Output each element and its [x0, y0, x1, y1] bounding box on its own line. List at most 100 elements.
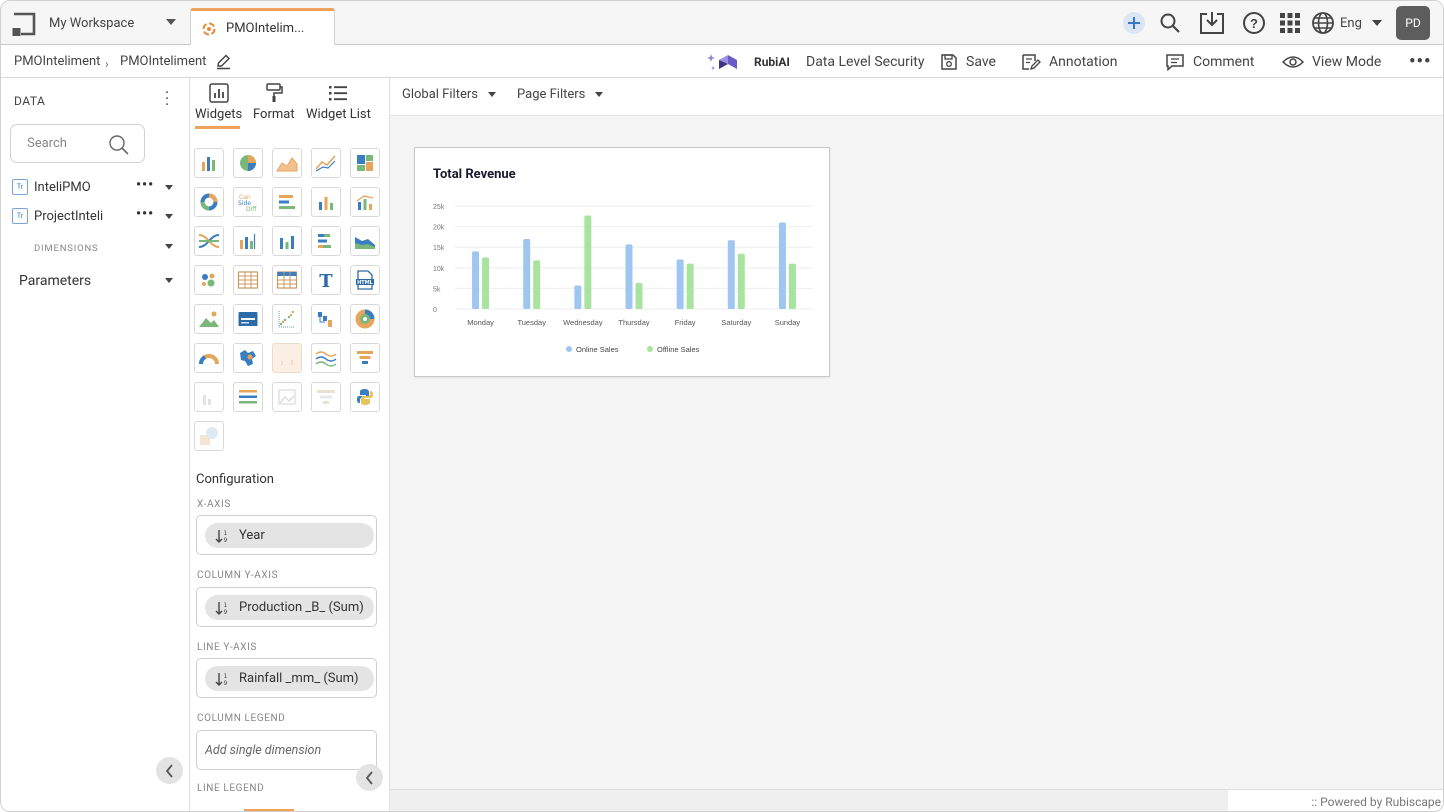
column-y-axis-dropzone[interactable]: 19 Production _B_ (Sum)	[196, 587, 377, 627]
globe-icon[interactable]	[1311, 11, 1335, 35]
table-widget-icon[interactable]	[233, 265, 263, 295]
user-avatar[interactable]: PD	[1396, 6, 1430, 40]
app-logo-icon[interactable]	[11, 11, 37, 37]
word-cloud-widget-icon[interactable]: Can Side Diff	[233, 187, 263, 217]
html-widget-icon[interactable]: HTML	[350, 265, 380, 295]
bubble-chart-widget-icon[interactable]	[194, 265, 224, 295]
widget-panel: Widgets Format Widget List Can Side Diff…	[190, 78, 390, 811]
app-window: My Workspace PMOIntelim... ? Eng PD PMOI…	[0, 0, 1444, 812]
stacked-bar-widget-icon[interactable]	[311, 187, 341, 217]
area-chart-widget-icon[interactable]	[272, 148, 302, 178]
rubiai-button[interactable]: RubiAI	[706, 45, 790, 78]
apps-grid-icon[interactable]	[1278, 11, 1302, 35]
data-level-security-button[interactable]: Data Level Security	[806, 45, 924, 78]
dataset-expand-chevron-icon[interactable]	[165, 185, 173, 190]
list-widget-icon[interactable]	[233, 382, 263, 412]
card-widget-icon[interactable]	[233, 304, 263, 334]
line-y-axis-field-pill[interactable]: 19 Rainfall _mm_ (Sum)	[205, 666, 374, 691]
global-filters-button[interactable]: Global Filters	[402, 78, 478, 111]
scatter-plot-widget-icon[interactable]	[272, 304, 302, 334]
parameters-chevron-icon[interactable]	[165, 278, 173, 283]
multi-line-widget-icon[interactable]	[311, 343, 341, 373]
tab-widgets[interactable]: Widgets	[195, 82, 242, 122]
search-icon[interactable]	[108, 134, 130, 156]
waterfall-widget-icon[interactable]	[311, 304, 341, 334]
x-axis-label: X-AXIS	[197, 499, 231, 510]
sankey-widget-icon[interactable]	[194, 226, 224, 256]
page-filters-button[interactable]: Page Filters	[517, 78, 585, 111]
python-widget-icon[interactable]	[350, 382, 380, 412]
pie-chart-widget-icon[interactable]	[233, 148, 263, 178]
collapse-data-panel-button[interactable]	[156, 757, 183, 784]
tab-pmointeliment[interactable]: PMOIntelim...	[190, 8, 335, 46]
tab-widget-list[interactable]: Widget List	[306, 82, 371, 122]
dataset-item-intelipmo[interactable]: Tr InteliPMO •••	[12, 177, 182, 197]
workspace-selector[interactable]: My Workspace	[49, 1, 134, 45]
grouped-bar-widget-icon[interactable]	[272, 226, 302, 256]
edit-pencil-icon[interactable]	[215, 53, 232, 70]
line-y-axis-dropzone[interactable]: 19 Rainfall _mm_ (Sum)	[196, 658, 377, 698]
help-icon[interactable]: ?	[1242, 11, 1266, 35]
text-widget-icon[interactable]: T	[311, 265, 341, 295]
tab-format[interactable]: Format	[253, 82, 295, 122]
tab-widgets-label: Widgets	[195, 107, 243, 122]
treemap-widget-icon[interactable]	[350, 148, 380, 178]
x-tick-label: Saturday	[721, 318, 751, 327]
dimensions-header[interactable]: DIMENSIONS	[34, 243, 98, 254]
combo-chart-widget-icon[interactable]	[350, 187, 380, 217]
collapse-widget-panel-button[interactable]	[356, 764, 383, 791]
bar-chart-widget-icon[interactable]	[194, 148, 224, 178]
pivot-table-widget-icon[interactable]	[272, 265, 302, 295]
sunburst-widget-icon[interactable]	[350, 304, 380, 334]
stacked-area-widget-icon[interactable]	[350, 226, 380, 256]
language-selector[interactable]: Eng	[1340, 1, 1362, 45]
view-mode-button[interactable]: View Mode	[1282, 45, 1381, 78]
column-legend-dropzone[interactable]: Add single dimension	[196, 730, 377, 770]
add-icon[interactable]	[1122, 11, 1146, 35]
global-filters-chevron-icon[interactable]	[488, 92, 496, 97]
data-search-input[interactable]: Search	[10, 124, 145, 163]
annotation-button[interactable]: Annotation	[1021, 45, 1117, 78]
chevron-down-icon[interactable]	[166, 19, 176, 25]
donut-chart-widget-icon[interactable]	[194, 187, 224, 217]
funnel-widget-icon[interactable]	[350, 343, 380, 373]
breadcrumb-workspace[interactable]: PMOInteliment	[14, 45, 100, 78]
search-icon[interactable]	[1158, 11, 1182, 35]
stacked-horizontal-bar-widget-icon[interactable]	[311, 226, 341, 256]
dataset-item-projectinteli[interactable]: Tr ProjectInteli •••	[12, 206, 182, 226]
dataset-expand-chevron-icon[interactable]	[165, 214, 173, 219]
parameters-header[interactable]: Parameters	[19, 273, 91, 289]
faded-bar-widget-icon	[194, 382, 224, 412]
dashboard-canvas[interactable]: Total Revenue 0 5k 10k 15k 20k 25k Monday Tuesd…	[390, 116, 1443, 789]
line-chart-widget-icon[interactable]	[311, 148, 341, 178]
comment-icon	[1166, 53, 1184, 71]
kebab-menu-icon[interactable]: · · ·	[165, 85, 169, 113]
column-y-axis-field-pill[interactable]: 19 Production _B_ (Sum)	[205, 595, 374, 620]
line-legend-label: LINE LEGEND	[197, 783, 265, 792]
image-widget-icon[interactable]	[194, 304, 224, 334]
save-button[interactable]: Save	[940, 45, 996, 78]
dataset-more-icon[interactable]: •••	[136, 177, 154, 193]
comment-button[interactable]: Comment	[1165, 45, 1254, 78]
bar-online	[574, 285, 582, 309]
dataset-more-icon[interactable]: •••	[136, 206, 154, 222]
y-tick-label: 15k	[433, 245, 445, 252]
horizontal-bar-widget-icon[interactable]	[272, 187, 302, 217]
map-widget-icon[interactable]	[233, 343, 263, 373]
download-icon[interactable]	[1198, 10, 1226, 36]
more-options-icon[interactable]: •••	[1409, 45, 1431, 78]
dimensions-chevron-icon[interactable]	[165, 244, 173, 249]
box-plot-widget-icon[interactable]	[233, 226, 263, 256]
x-axis-field-pill[interactable]: 19 Year	[205, 523, 374, 548]
chart-widget[interactable]: Total Revenue 0 5k 10k 15k 20k 25k Monday Tuesd…	[414, 147, 830, 377]
view-mode-label: View Mode	[1312, 53, 1382, 70]
gauge-widget-icon[interactable]	[194, 343, 224, 373]
bar-offline	[686, 263, 694, 309]
legend-label: Offline Sales	[657, 345, 700, 354]
x-axis-dropzone[interactable]: 19 Year	[196, 515, 377, 555]
page-filters-chevron-icon[interactable]	[595, 92, 603, 97]
svg-text:Diff: Diff	[246, 206, 257, 213]
language-chevron-down-icon[interactable]	[1372, 20, 1382, 26]
comment-label: Comment	[1193, 53, 1255, 70]
faded-custom-widget-icon	[194, 421, 224, 451]
